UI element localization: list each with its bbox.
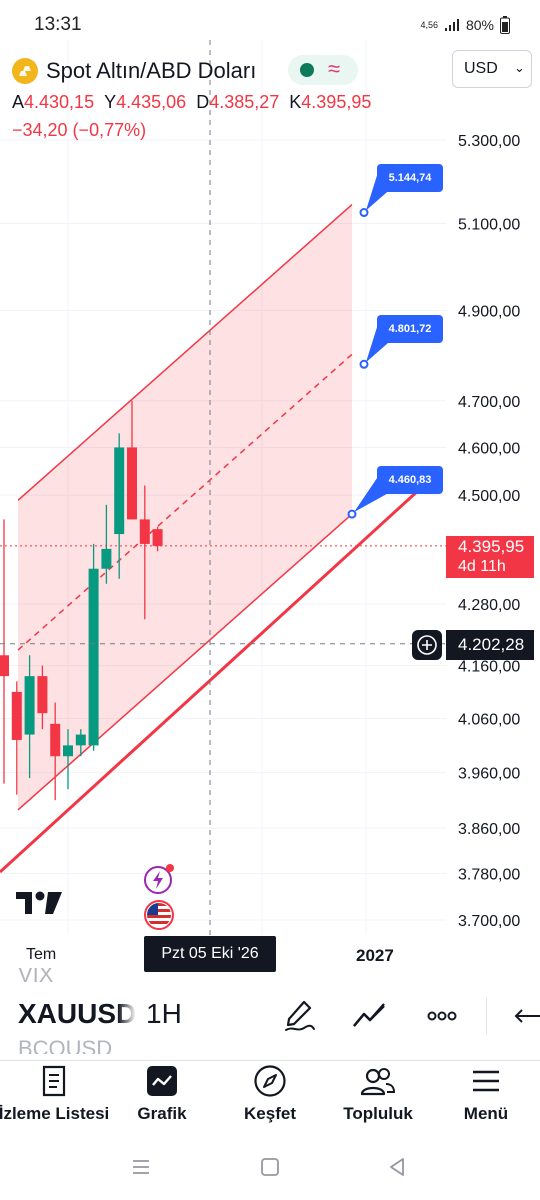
symbol-title[interactable]: Spot Altın/ABD Doları — [46, 58, 256, 84]
add-plus-button[interactable] — [412, 630, 442, 660]
drawings-icon[interactable] — [350, 998, 390, 1034]
price-axis[interactable]: 5.300,00 5.100,00 4.900,00 4.700,00 4.600,00… — [458, 133, 520, 930]
time-tick-tem: Tem — [26, 946, 57, 963]
candle-body-10 — [127, 447, 137, 520]
price-tick-label: 4.280,00 — [458, 597, 520, 614]
candle-body-8 — [101, 548, 112, 569]
home-icon[interactable] — [259, 1156, 281, 1178]
candle-body-11 — [139, 519, 150, 544]
price-tick-label: 4.900,00 — [458, 303, 520, 320]
nav-watchlist[interactable]: İzleme Listesi — [0, 1064, 110, 1134]
candle-body-5 — [63, 745, 73, 757]
event-flash-icon[interactable] — [142, 862, 176, 896]
nav-community[interactable]: Topluluk — [324, 1064, 432, 1134]
candle-body-0 — [0, 655, 9, 677]
list-icon — [42, 1065, 66, 1097]
nav-community-label: Topluluk — [343, 1104, 413, 1123]
undo-icon[interactable] — [506, 998, 540, 1034]
price-tick-label: 3.780,00 — [458, 867, 520, 884]
pencil-icon[interactable] — [280, 998, 320, 1034]
toolbar-divider — [486, 998, 487, 1034]
price-tick-label: 5.300,00 — [458, 133, 520, 150]
last-price-value: 4.395,95 — [458, 537, 525, 556]
symbol-header[interactable]: Spot Altın/ABD Doları — [12, 56, 256, 86]
chevron-down-icon: ⌄ — [514, 60, 525, 75]
crosshair-date-label: Pzt 05 Eki '26 — [144, 936, 276, 972]
candle-body-7 — [88, 568, 99, 746]
ohlc-low: D4.385,27 — [196, 92, 280, 112]
us-flag-icon[interactable] — [142, 898, 176, 932]
more-icon[interactable] — [422, 998, 462, 1034]
ohlc-open: A4.430,15 — [12, 92, 95, 112]
nav-menu-label: Menü — [463, 1104, 509, 1123]
price-tick-label: 4.500,00 — [458, 488, 520, 505]
tradingview-logo — [16, 891, 62, 914]
price-tick-label: 4.160,00 — [458, 659, 520, 676]
price-change: −34,20 (−0,77%) — [12, 120, 147, 140]
time-tick-2027: 2027 — [356, 946, 394, 965]
nav-chart-label: Grafik — [137, 1104, 187, 1123]
back-icon[interactable] — [386, 1156, 408, 1178]
candle-body-9 — [114, 447, 125, 535]
chart-icon — [147, 1066, 177, 1096]
menu-icon — [473, 1070, 499, 1092]
users-icon — [360, 1068, 396, 1096]
price-tick-label: 4.060,00 — [458, 711, 520, 728]
market-status-pill[interactable] — [288, 55, 358, 85]
currency-label: USD — [464, 60, 498, 77]
price-tick-label: 5.100,00 — [458, 216, 520, 233]
candle-body-2 — [24, 676, 35, 735]
price-tick-label: 3.960,00 — [458, 766, 520, 783]
candle-body-1 — [11, 691, 22, 740]
candle-body-3 — [37, 676, 48, 714]
candle-body-6 — [75, 734, 86, 746]
nav-menu[interactable]: Menü — [432, 1064, 540, 1134]
nav-watchlist-label: İzleme Listesi — [0, 1104, 110, 1123]
bar-countdown: 4d 11h — [458, 558, 506, 575]
wave-icon: ≈ — [328, 56, 341, 81]
symbol-next[interactable]: BCOUSD — [18, 1036, 112, 1054]
candle-body-4 — [50, 723, 61, 757]
interval-selector[interactable]: 1H — [146, 998, 182, 1030]
ohlc-close: K4.395,95 — [289, 92, 372, 112]
crosshair-price-value: 4.202,28 — [458, 635, 525, 654]
gold-icon — [12, 58, 38, 84]
symbol-prev[interactable]: VIX — [18, 968, 53, 982]
channel-mid-label: 4.801,72 — [377, 315, 443, 344]
price-tick-label: 3.700,00 — [458, 913, 520, 930]
compass-icon — [254, 1065, 286, 1097]
plus-circle-icon — [417, 635, 437, 655]
price-tick-label: 4.600,00 — [458, 440, 520, 457]
market-open-icon — [300, 63, 314, 77]
channel-upper-label: 5.144,74 — [377, 163, 443, 192]
channel-lower-label: 4.460,83 — [377, 466, 443, 495]
ohlc-high: Y4.435,06 — [104, 92, 187, 112]
price-tick-label: 4.700,00 — [458, 394, 520, 411]
nav-explore[interactable]: Keşfet — [216, 1064, 324, 1134]
candle-body-12 — [152, 529, 163, 546]
nav-explore-label: Keşfet — [244, 1104, 296, 1123]
price-tick-label: 3.860,00 — [458, 821, 520, 838]
ohlc-values: A4.430,15 Y4.435,06 D4.385,27 K4.395,95 — [12, 92, 371, 113]
recent-apps-icon[interactable] — [130, 1156, 152, 1178]
nav-chart[interactable]: Grafik — [108, 1064, 216, 1134]
price-chart[interactable]: 5.300,00 5.100,00 4.900,00 4.700,00 4.600,00… — [0, 0, 540, 980]
symbol-fade — [118, 985, 136, 1055]
